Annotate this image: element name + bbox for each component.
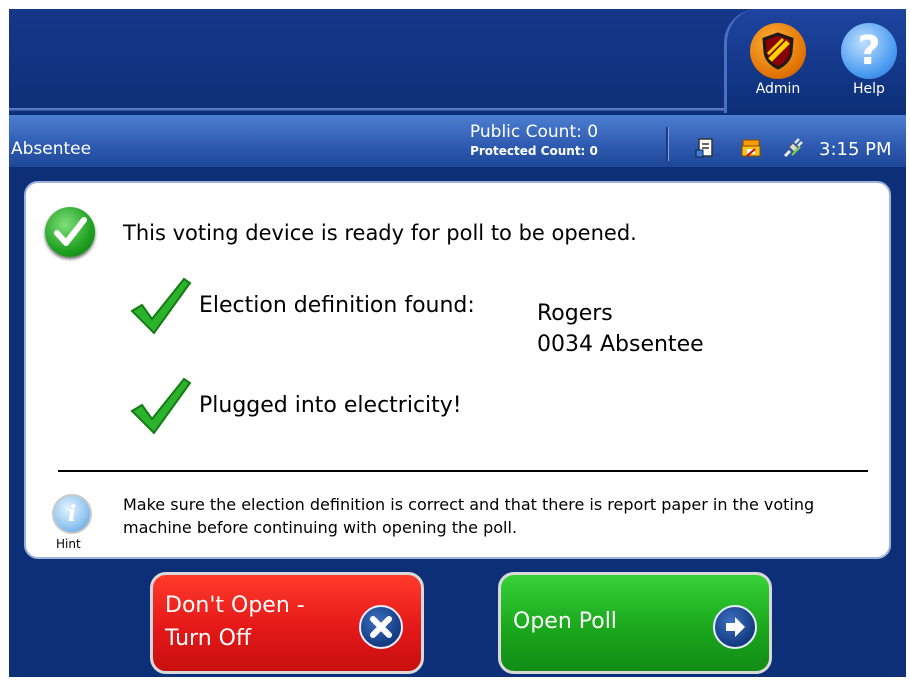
panel-divider xyxy=(58,470,868,472)
top-bar: Admin ? Help xyxy=(9,9,906,113)
printer-icon xyxy=(741,139,761,157)
admin-button[interactable]: Admin xyxy=(746,23,810,97)
counts-display: Public Count: 0 Protected Count: 0 xyxy=(449,122,619,158)
ready-message: This voting device is ready for poll to … xyxy=(123,221,637,245)
open-poll-label: Open Poll xyxy=(513,609,617,634)
clock-time: 3:15 PM xyxy=(819,139,892,160)
dont-open-label: Don't Open - Turn Off xyxy=(165,589,305,655)
status-bar: Absentee Public Count: 0 Protected Count… xyxy=(9,115,906,167)
info-icon: i xyxy=(52,494,92,534)
definition-name-line1: Rogers xyxy=(537,301,613,326)
arrow-right-icon xyxy=(713,605,757,649)
election-definition-name: Rogers 0034 Absentee xyxy=(537,298,704,360)
power-message: Plugged into electricity! xyxy=(199,393,462,418)
voting-device-screen: Admin ? Help Absentee Public Count: 0 Pr… xyxy=(9,9,906,677)
mode-label: Absentee xyxy=(11,139,92,159)
ready-check-icon xyxy=(45,207,95,257)
admin-shield-icon xyxy=(750,23,806,79)
help-button[interactable]: ? Help xyxy=(837,23,901,97)
status-panel: This voting device is ready for poll to … xyxy=(24,181,891,559)
dont-open-turn-off-button[interactable]: Don't Open - Turn Off xyxy=(150,572,424,674)
power-plug-icon xyxy=(783,138,803,158)
open-poll-button[interactable]: Open Poll xyxy=(498,572,772,674)
definition-found-label: Election definition found: xyxy=(199,293,475,318)
public-count: Public Count: 0 xyxy=(469,122,599,142)
definition-name-line2: 0034 Absentee xyxy=(537,332,704,357)
hint-text: Make sure the election definition is cor… xyxy=(123,495,815,537)
protected-count: Protected Count: 0 xyxy=(470,144,598,158)
help-label: Help xyxy=(853,81,885,97)
dont-open-line1: Don't Open - xyxy=(165,593,305,618)
close-icon xyxy=(359,605,403,649)
status-divider xyxy=(666,127,669,161)
hint-label: Hint xyxy=(56,537,81,551)
dont-open-line2: Turn Off xyxy=(165,626,252,651)
admin-label: Admin xyxy=(755,81,801,97)
power-check-icon xyxy=(130,377,192,435)
report-icon xyxy=(695,138,713,158)
help-question-icon: ? xyxy=(841,23,897,79)
definition-check-icon xyxy=(130,277,192,335)
top-bar-divider xyxy=(9,108,729,111)
